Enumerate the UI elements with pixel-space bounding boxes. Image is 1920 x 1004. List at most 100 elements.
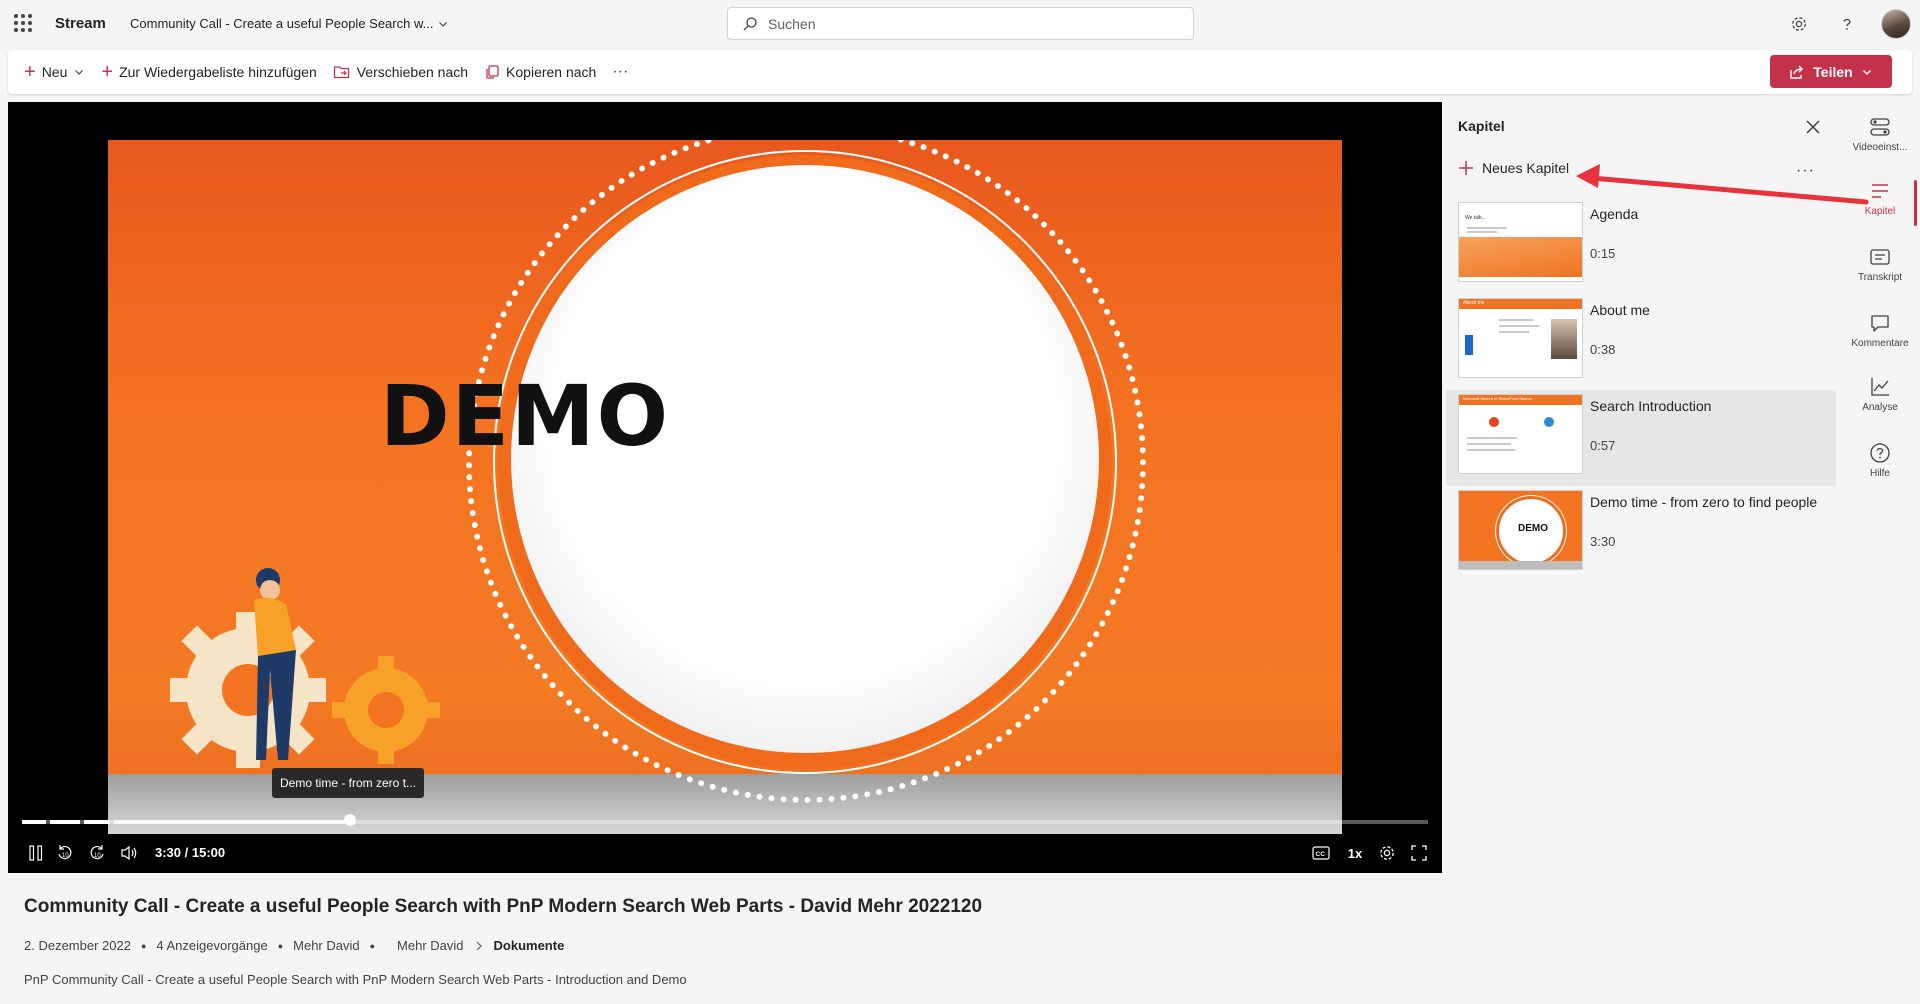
skip-forward-10-icon[interactable]: 10 [86, 840, 108, 866]
chevron-down-icon [1862, 69, 1871, 75]
player-controls: 10 10 3:30 / 15:00 CC 1x [8, 840, 1442, 866]
add-to-playlist-button[interactable]: + Zur Wiedergabeliste hinzufügen [93, 56, 324, 88]
rail-item-video-settings[interactable]: Videoeinst... [1840, 116, 1920, 174]
rail-label: Videoeinst... [1852, 142, 1908, 153]
chevron-down-icon [75, 70, 84, 75]
user-avatar[interactable] [1881, 9, 1911, 39]
thumbnail-dot [1489, 417, 1499, 427]
new-chapter-label: Neues Kapitel [1482, 160, 1570, 176]
new-button[interactable]: + Neu [16, 56, 93, 88]
rail-label: Hilfe [1869, 468, 1890, 479]
rail-label: Transkript [1857, 272, 1903, 283]
gear-illustration [170, 568, 440, 768]
rail-label: Analyse [1862, 402, 1898, 413]
plus-icon [1459, 161, 1473, 175]
separator: ● [277, 940, 284, 951]
chapter-list: We talk... Agenda 0:15 About me About me… [1446, 198, 1836, 582]
chapters-more-button[interactable]: ··· [1796, 162, 1815, 180]
skip-back-10-icon[interactable]: 10 [54, 840, 76, 866]
move-to-button[interactable]: Verschieben nach [325, 56, 476, 88]
chapter-thumbnail: We talk... [1458, 202, 1583, 282]
chapter-time: 3:30 [1590, 534, 1616, 549]
path-owner-link[interactable]: Mehr David [397, 938, 463, 953]
thumbnail-text: DEMO [1518, 523, 1548, 534]
chapter-time: 0:38 [1590, 342, 1616, 357]
chapter-name: Agenda [1590, 206, 1639, 222]
thumbnail-graphic [1459, 237, 1582, 277]
chapter-name: About me [1590, 302, 1650, 318]
thumbnail-line [1467, 231, 1497, 233]
chapters-panel-title: Kapitel [1458, 118, 1505, 134]
share-icon [1790, 65, 1804, 79]
close-icon[interactable] [1802, 116, 1824, 138]
volume-icon[interactable] [118, 840, 140, 866]
command-bar: + Neu + Zur Wiedergabeliste hinzufügen V… [8, 50, 1912, 94]
chevron-down-icon [439, 21, 448, 27]
fullscreen-icon[interactable] [1408, 840, 1430, 866]
slide-title: DEMO [8, 367, 1402, 465]
thumbnail-line [1467, 227, 1507, 229]
chapter-thumbnail: DEMO [1458, 490, 1583, 570]
pause-icon[interactable] [26, 840, 46, 866]
thumbnail-text: We talk... [1465, 215, 1486, 221]
chapter-item-demo-time[interactable]: DEMO Demo time - from zero to find peopl… [1446, 486, 1836, 582]
rail-item-transcript[interactable]: Transkript [1840, 246, 1920, 304]
chapter-thumbnail: Microsoft Search in SharePoint Search [1458, 394, 1583, 474]
chapter-item-search-introduction[interactable]: Microsoft Search in SharePoint Search Se… [1446, 390, 1836, 486]
more-actions-button[interactable]: ··· [604, 56, 636, 88]
search-icon [743, 16, 757, 30]
rail-item-chapters[interactable]: Kapitel [1840, 180, 1920, 238]
share-button[interactable]: Teilen [1770, 55, 1892, 88]
thumbnail-line [1467, 437, 1517, 439]
search-box[interactable] [727, 7, 1194, 40]
thumbnail-line [1499, 331, 1529, 333]
thumbnail-dot [1544, 417, 1554, 427]
rail-item-analytics[interactable]: Analyse [1840, 376, 1920, 434]
skip-back-label: 10 [62, 853, 69, 859]
video-description: PnP Community Call - Create a useful Peo… [24, 972, 687, 987]
search-input[interactable] [768, 15, 1168, 32]
rail-item-help[interactable]: Hilfe [1840, 442, 1920, 500]
help-icon[interactable] [1836, 13, 1858, 35]
progress-chapter-segment [22, 820, 46, 824]
thumbnail-text: About me [1463, 300, 1485, 306]
plus-icon: + [101, 61, 114, 83]
svg-text:CC: CC [1316, 851, 1326, 858]
add-to-playlist-label: Zur Wiedergabeliste hinzufügen [119, 64, 317, 80]
rail-active-indicator [1914, 180, 1917, 226]
folder-move-icon [333, 66, 349, 79]
new-label: Neu [41, 64, 68, 80]
app-name[interactable]: Stream [55, 15, 106, 32]
separator: ● [369, 940, 376, 951]
rail-item-comments[interactable]: Kommentare [1840, 312, 1920, 370]
player-settings-icon[interactable] [1376, 840, 1398, 866]
chapter-time: 0:15 [1590, 246, 1616, 261]
video-metadata: 2. Dezember 2022 ● 4 Anzeigevorgänge ● M… [24, 938, 564, 953]
app-launcher-icon[interactable] [14, 14, 32, 32]
slide-title-text: DEMO [379, 367, 671, 465]
chapter-item-agenda[interactable]: We talk... Agenda 0:15 [1446, 198, 1836, 294]
settings-icon[interactable] [1788, 13, 1810, 35]
path-folder-link[interactable]: Dokumente [494, 938, 565, 953]
chapters-icon [1872, 184, 1888, 198]
chapter-thumbnail: About me [1458, 298, 1583, 378]
right-rail: Videoeinst... Kapitel Transkript Komment… [1840, 102, 1920, 1004]
thumbnail-photo [1551, 319, 1577, 359]
chapters-panel: Kapitel Neues Kapitel ··· We talk... Age… [1446, 102, 1840, 1004]
copy-to-label: Kopieren nach [506, 64, 597, 80]
chapter-tooltip: Demo time - from zero t... [272, 768, 425, 798]
video-player[interactable]: DEMO Demo time - from zero t... 10 10 3:… [8, 102, 1442, 873]
document-title-dropdown[interactable]: Community Call - Create a useful People … [130, 16, 449, 31]
playback-speed-button[interactable]: 1x [1344, 840, 1366, 866]
time-display: 3:30 / 15:00 [155, 845, 226, 860]
chapter-name: Demo time - from zero to find people [1590, 494, 1818, 510]
video-title: Community Call - Create a useful People … [24, 896, 983, 917]
progress-bar[interactable] [22, 820, 1428, 824]
chapter-item-about-me[interactable]: About me About me 0:38 [1446, 294, 1836, 390]
rail-label: Kapitel [1864, 206, 1896, 217]
owner-link[interactable]: Mehr David [293, 938, 359, 953]
new-chapter-button[interactable]: Neues Kapitel [1458, 160, 1569, 176]
copy-to-button[interactable]: Kopieren nach [476, 56, 604, 88]
progress-handle[interactable] [344, 814, 356, 826]
captions-icon[interactable]: CC [1310, 840, 1332, 866]
